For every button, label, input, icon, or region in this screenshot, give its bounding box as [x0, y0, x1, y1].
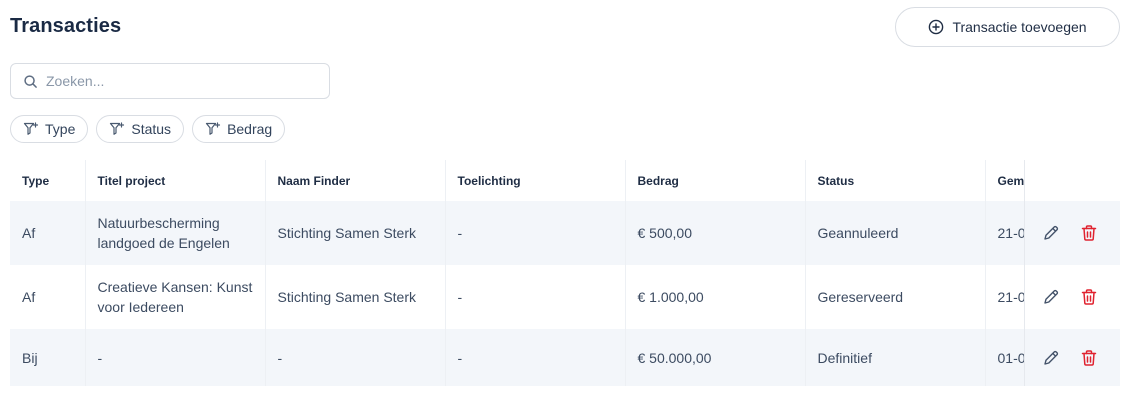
cell-type: Bij [10, 329, 86, 386]
trash-icon [1081, 289, 1096, 305]
column-header-date[interactable]: Gem [985, 160, 1024, 201]
row-actions [1025, 265, 1120, 329]
table-row[interactable]: Bij - - - € 50.000,00 Definitief 01-0 [10, 329, 1024, 386]
table-row[interactable]: Af Natuurbescherming landgoed de Engelen… [10, 201, 1024, 265]
cell-status: Definitief [805, 329, 986, 386]
column-header-project-title[interactable]: Titel project [85, 160, 266, 201]
cell-finder-name: - [265, 329, 446, 386]
column-header-amount[interactable]: Bedrag [625, 160, 806, 201]
filter-status-button[interactable]: Status [96, 115, 185, 143]
cell-explanation: - [445, 201, 626, 265]
delete-button[interactable] [1079, 223, 1099, 243]
filter-bar: Type Status Bedrag [10, 115, 286, 143]
row-actions [1025, 201, 1120, 265]
row-actions-column [1024, 160, 1120, 386]
table-row[interactable]: Af Creatieve Kansen: Kunst voor Iedereen… [10, 265, 1024, 329]
cell-explanation: - [445, 265, 626, 329]
filter-plus-icon [110, 122, 125, 135]
cell-amount: € 500,00 [625, 201, 806, 265]
column-header-finder-name[interactable]: Naam Finder [265, 160, 446, 201]
cell-status: Geannuleerd [805, 201, 986, 265]
pencil-icon [1043, 225, 1058, 240]
filter-type-button[interactable]: Type [10, 115, 89, 143]
table-header-row: Type Titel project Naam Finder Toelichti… [10, 160, 1024, 201]
column-header-type[interactable]: Type [10, 160, 86, 201]
search-icon [24, 74, 37, 88]
filter-amount-label: Bedrag [227, 121, 273, 137]
search-box[interactable] [10, 63, 330, 99]
cell-type: Af [10, 201, 86, 265]
cell-date: 21-0 [985, 265, 1024, 329]
delete-button[interactable] [1079, 287, 1099, 307]
edit-button[interactable] [1041, 223, 1061, 243]
row-actions [1025, 329, 1120, 386]
cell-status: Gereserveerd [805, 265, 986, 329]
cell-finder-name: Stichting Samen Sterk [265, 265, 446, 329]
column-header-status[interactable]: Status [805, 160, 986, 201]
edit-button[interactable] [1041, 348, 1061, 368]
cell-finder-name: Stichting Samen Sterk [265, 201, 446, 265]
cell-date: 21-0 [985, 201, 1024, 265]
cell-amount: € 1.000,00 [625, 265, 806, 329]
cell-amount: € 50.000,00 [625, 329, 806, 386]
table-scroll-area[interactable]: Type Titel project Naam Finder Toelichti… [10, 160, 1024, 386]
page-title: Transacties [10, 15, 122, 37]
trash-icon [1081, 225, 1096, 241]
filter-plus-icon [23, 122, 39, 135]
trash-icon [1081, 349, 1096, 366]
cell-explanation: - [445, 329, 626, 386]
cell-project-title: Creatieve Kansen: Kunst voor Iedereen [85, 265, 266, 329]
filter-amount-button[interactable]: Bedrag [192, 115, 286, 143]
column-header-explanation[interactable]: Toelichting [445, 160, 626, 201]
cell-date: 01-0 [985, 329, 1024, 386]
edit-button[interactable] [1041, 287, 1061, 307]
filter-type-label: Type [45, 121, 76, 137]
delete-button[interactable] [1079, 348, 1099, 368]
search-input[interactable] [46, 73, 306, 89]
pencil-icon [1043, 350, 1058, 365]
cell-project-title: Natuurbescherming landgoed de Engelen [85, 201, 266, 265]
filter-status-label: Status [131, 121, 172, 137]
cell-type: Af [10, 265, 86, 329]
pencil-icon [1043, 289, 1058, 304]
plus-circle-icon [929, 19, 944, 35]
actions-header [1025, 160, 1120, 201]
cell-project-title: - [85, 329, 266, 386]
add-transaction-label: Transactie toevoegen [952, 19, 1087, 35]
add-transaction-button[interactable]: Transactie toevoegen [895, 7, 1120, 47]
transactions-table: Type Titel project Naam Finder Toelichti… [10, 160, 1120, 386]
filter-plus-icon [205, 122, 221, 135]
